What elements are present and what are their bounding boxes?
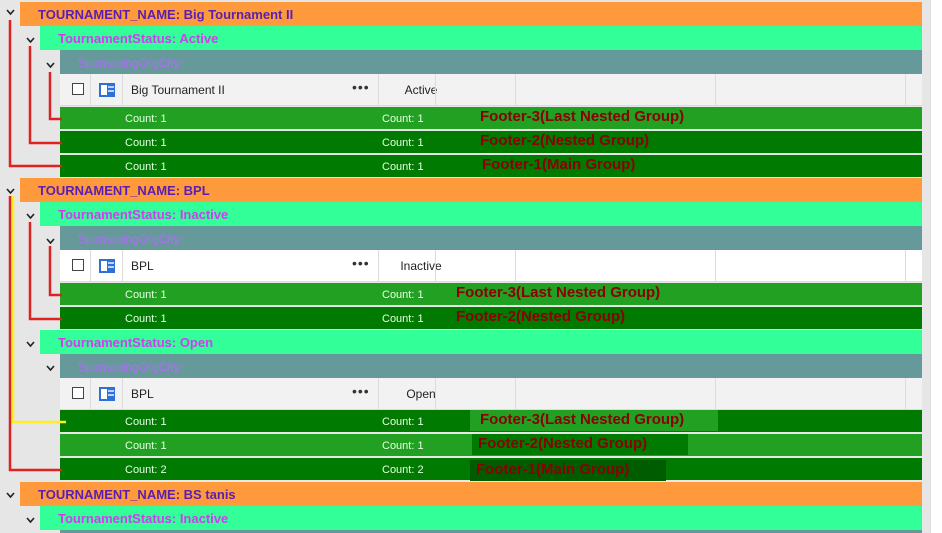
connector-line: [8, 196, 62, 472]
vertical-scrollbar[interactable]: [930, 0, 942, 533]
connector-line: [48, 72, 62, 121]
connector-line: [28, 222, 62, 321]
connector-line: [28, 46, 62, 145]
connector-line: [11, 196, 66, 424]
annotation-connectors: [8, 20, 66, 472]
connector-line: [48, 246, 62, 297]
